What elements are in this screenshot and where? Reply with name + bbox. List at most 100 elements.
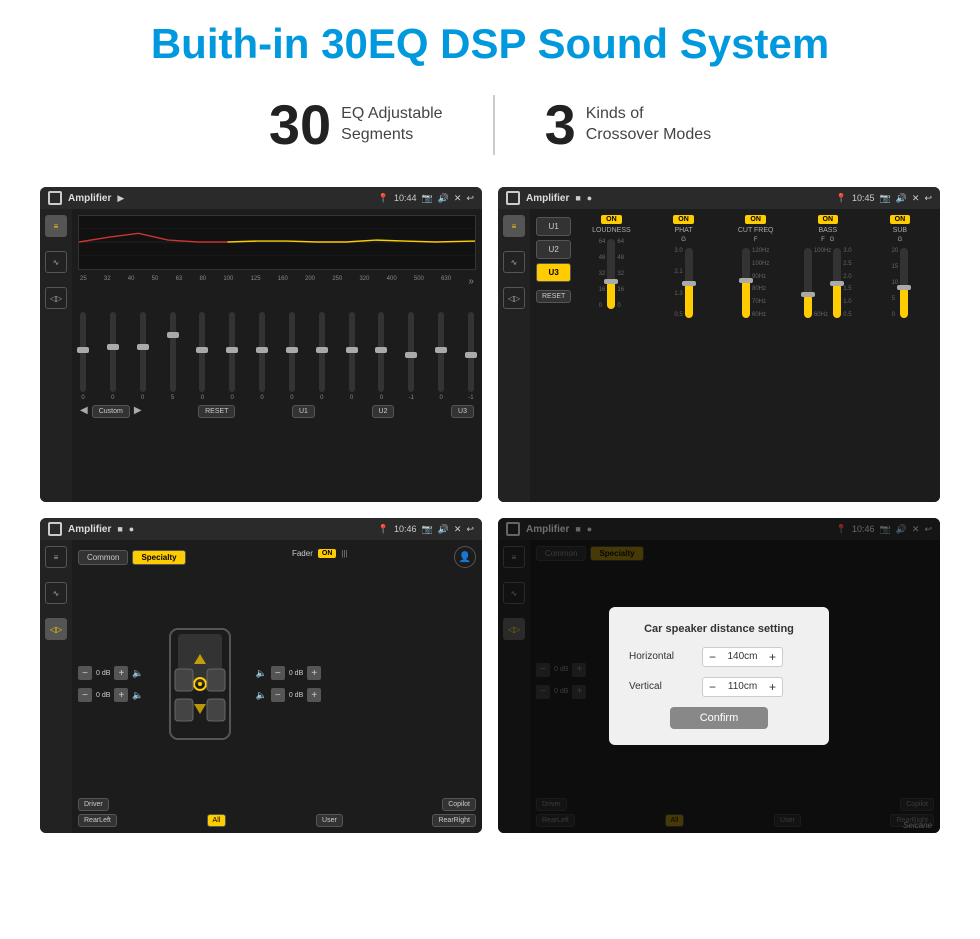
copilot-btn[interactable]: Copilot — [442, 798, 476, 811]
vertical-row: Vertical − 110cm + — [629, 677, 809, 697]
next-arrow[interactable]: ▶ — [134, 405, 142, 418]
user-icon-3[interactable]: 👤 — [454, 546, 476, 568]
slider-track-3[interactable] — [170, 312, 176, 392]
volume-icon-2[interactable]: 🔊 — [896, 193, 907, 204]
u2-preset[interactable]: U2 — [536, 240, 571, 259]
loudness-slider[interactable] — [607, 239, 615, 309]
slider-val-9: 0 — [350, 395, 353, 401]
sub-slider[interactable] — [900, 248, 908, 318]
horizontal-control[interactable]: − 140cm + — [702, 647, 783, 667]
phat-slider[interactable] — [685, 248, 693, 318]
fader-toggle[interactable]: ON — [318, 549, 337, 558]
channel-sub: ON SUB G 20 15 10 5 0 — [866, 215, 934, 496]
close-icon-1[interactable]: ✕ — [454, 193, 462, 204]
vertical-plus[interactable]: + — [769, 680, 776, 694]
bass-slider-g[interactable] — [833, 248, 841, 318]
plus-btn-left-2[interactable]: + — [114, 688, 128, 702]
plus-btn-left-1[interactable]: + — [114, 666, 128, 680]
slider-track-12[interactable] — [438, 312, 444, 392]
reset-btn-1[interactable]: RESET — [198, 405, 235, 418]
phat-toggle[interactable]: ON — [673, 215, 694, 224]
u2-btn-1[interactable]: U2 — [372, 405, 395, 418]
volume-icon-3[interactable]: 🔊 — [438, 524, 449, 535]
slider-track-5[interactable] — [229, 312, 235, 392]
specialty-tab[interactable]: Specialty — [132, 550, 185, 565]
close-icon-2[interactable]: ✕ — [912, 193, 920, 204]
loudness-label: LOUDNESS — [592, 227, 631, 234]
rearright-btn[interactable]: RearRight — [432, 814, 476, 827]
u1-preset[interactable]: U1 — [536, 217, 571, 236]
sub-g-label: G — [898, 237, 903, 243]
all-btn[interactable]: All — [207, 814, 227, 827]
u3-preset[interactable]: U3 — [536, 263, 571, 282]
sub-toggle[interactable]: ON — [890, 215, 911, 224]
confirm-button[interactable]: Confirm — [670, 707, 769, 729]
db-val-left-1: 0 dB — [96, 670, 110, 677]
back-icon-2[interactable]: ↩ — [924, 193, 932, 204]
home-icon-1[interactable] — [48, 191, 62, 205]
slider-track-9[interactable] — [349, 312, 355, 392]
slider-track-7[interactable] — [289, 312, 295, 392]
slider-track-4[interactable] — [199, 312, 205, 392]
bass-slider-f[interactable] — [804, 248, 812, 318]
slider-track-8[interactable] — [319, 312, 325, 392]
slider-track-6[interactable] — [259, 312, 265, 392]
close-icon-3[interactable]: ✕ — [454, 524, 462, 535]
driver-btn[interactable]: Driver — [78, 798, 109, 811]
wave-icon-1[interactable]: ∿ — [45, 251, 67, 273]
minus-btn-right-1[interactable]: − — [271, 666, 285, 680]
plus-btn-right-1[interactable]: + — [307, 666, 321, 680]
eq-icon-3[interactable]: ≡ — [45, 546, 67, 568]
minus-btn-right-2[interactable]: − — [271, 688, 285, 702]
horizontal-plus[interactable]: + — [769, 650, 776, 664]
channel-bass: ON BASS F G 100Hz — [794, 215, 862, 496]
u3-btn-1[interactable]: U3 — [451, 405, 474, 418]
horizontal-minus[interactable]: − — [709, 650, 716, 664]
cutfreq-toggle[interactable]: ON — [745, 215, 766, 224]
prev-arrow[interactable]: ◀ — [80, 405, 88, 418]
vertical-minus[interactable]: − — [709, 680, 716, 694]
home-icon-2[interactable] — [506, 191, 520, 205]
user-btn[interactable]: User — [316, 814, 343, 827]
slider-track-2[interactable] — [140, 312, 146, 392]
back-icon-1[interactable]: ↩ — [466, 193, 474, 204]
status-right-2: 📍 10:45 📷 🔊 ✕ ↩ — [836, 193, 932, 204]
speaker-icon-3[interactable]: ◁▷ — [45, 618, 67, 640]
plus-btn-right-2[interactable]: + — [307, 688, 321, 702]
reset-btn-dsp[interactable]: RESET — [536, 290, 571, 303]
speaker-icon-2[interactable]: ◁▷ — [503, 287, 525, 309]
bass-label: BASS — [818, 227, 837, 234]
eq-icon-1[interactable]: ≡ — [45, 215, 67, 237]
bass-toggle[interactable]: ON — [818, 215, 839, 224]
volume-icon-1[interactable]: 🔊 — [438, 193, 449, 204]
slider-track-10[interactable] — [378, 312, 384, 392]
custom-btn[interactable]: Custom — [92, 405, 130, 418]
wave-icon-3[interactable]: ∿ — [45, 582, 67, 604]
spk-icon-left-2: 🔈 — [132, 690, 143, 701]
freq-32: 32 — [104, 276, 111, 287]
sub-labels: 20 15 10 5 0 — [892, 248, 899, 318]
rearleft-btn[interactable]: RearLeft — [78, 814, 117, 827]
home-icon-3[interactable] — [48, 522, 62, 536]
slider-track-0[interactable] — [80, 312, 86, 392]
vertical-control[interactable]: − 110cm + — [702, 677, 783, 697]
dot-icon-3: ● — [129, 524, 134, 534]
wave-icon-2[interactable]: ∿ — [503, 251, 525, 273]
loudness-toggle[interactable]: ON — [601, 215, 622, 224]
speaker-icon-1[interactable]: ◁▷ — [45, 287, 67, 309]
slider-track-13[interactable] — [468, 312, 474, 392]
screen-distance: Amplifier ■ ● 📍 10:46 📷 🔊 ✕ ↩ ≡ ∿ ◁▷ — [498, 518, 940, 833]
u1-btn-1[interactable]: U1 — [292, 405, 315, 418]
play-icon-1[interactable]: ▶ — [117, 193, 124, 204]
slider-track-1[interactable] — [110, 312, 116, 392]
eq-icon-2[interactable]: ≡ — [503, 215, 525, 237]
minus-btn-left-2[interactable]: − — [78, 688, 92, 702]
slider-10: 0 — [378, 312, 384, 401]
common-tab[interactable]: Common — [78, 550, 128, 565]
cutfreq-slider[interactable] — [742, 248, 750, 318]
expand-arrow[interactable]: » — [468, 276, 474, 287]
freq-labels: 25 32 40 50 63 80 100 125 160 200 250 32… — [78, 276, 476, 287]
minus-btn-left-1[interactable]: − — [78, 666, 92, 680]
back-icon-3[interactable]: ↩ — [466, 524, 474, 535]
slider-track-11[interactable] — [408, 312, 414, 392]
